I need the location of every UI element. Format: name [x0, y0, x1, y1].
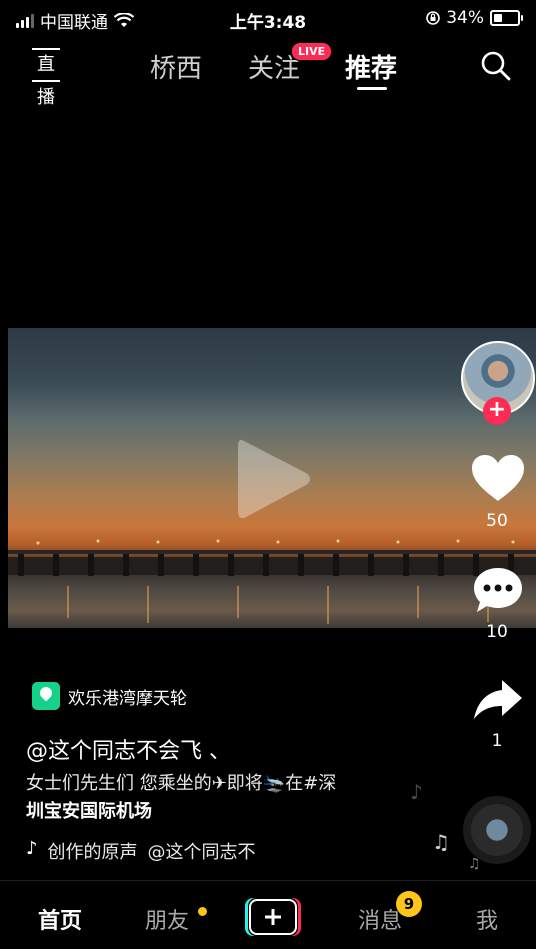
share-count: 1 — [491, 731, 503, 751]
location-pin-icon — [32, 682, 60, 710]
nav-messages[interactable]: 消息 — [358, 903, 402, 935]
message-badge: 9 — [396, 891, 422, 917]
music-note-icon: ♫ — [432, 830, 450, 854]
play-icon[interactable] — [236, 437, 312, 521]
friends-dot — [198, 907, 207, 916]
status-right: 34% — [426, 8, 523, 28]
location-tag[interactable]: 欢乐港湾摩天轮 — [32, 682, 187, 710]
music-author: @这个同志不 — [147, 842, 256, 863]
battery-icon — [490, 10, 523, 26]
status-bar: 中国联通 上午3:48 34% — [0, 0, 536, 34]
tab-recommend[interactable]: 推荐 — [345, 48, 397, 85]
music-title: 创作的原声 — [47, 842, 138, 863]
orientation-lock-icon — [426, 11, 441, 25]
location-label: 欢乐港湾摩天轮 — [68, 688, 187, 709]
follow-button[interactable]: + — [483, 397, 511, 425]
battery-percent: 34% — [446, 8, 484, 28]
nav-me[interactable]: 我 — [476, 903, 498, 935]
live-bottom-bar — [32, 80, 60, 82]
post-description: 女士们先生们 您乘坐的✈即将🛬在#深 圳宝安国际机场 — [26, 770, 426, 826]
live-button[interactable]: 直播 — [30, 48, 62, 108]
bottom-nav: 首页 朋友 消息 9 我 — [0, 880, 536, 949]
comment-icon[interactable] — [472, 566, 524, 616]
search-icon[interactable] — [480, 50, 512, 82]
active-tab-indicator — [357, 87, 387, 90]
live-top-bar — [32, 48, 60, 50]
create-button[interactable] — [245, 898, 301, 936]
tab-local[interactable]: 桥西 — [150, 48, 202, 85]
comment-count: 10 — [486, 622, 508, 642]
description-line-1: 女士们先生们 您乘坐的✈即将🛬在#深 — [26, 773, 337, 794]
top-nav: 直播 桥西 关注 LIVE 推荐 — [0, 38, 536, 108]
author-name[interactable]: @这个同志不会飞 、 — [26, 733, 231, 765]
music-info[interactable]: ♪ 创作的原声 @这个同志不 — [26, 838, 316, 864]
nav-home[interactable]: 首页 — [38, 903, 82, 935]
music-disc[interactable] — [463, 796, 531, 864]
heart-icon[interactable] — [472, 455, 524, 503]
description-hashtag[interactable]: 圳宝安国际机场 — [26, 801, 152, 822]
live-badge: LIVE — [291, 42, 333, 61]
like-count: 50 — [486, 511, 508, 531]
plus-icon: + — [487, 397, 507, 422]
nav-friends[interactable]: 朋友 — [145, 903, 189, 935]
share-icon[interactable] — [472, 678, 524, 720]
tiktok-note-icon: ♪ — [26, 838, 38, 859]
